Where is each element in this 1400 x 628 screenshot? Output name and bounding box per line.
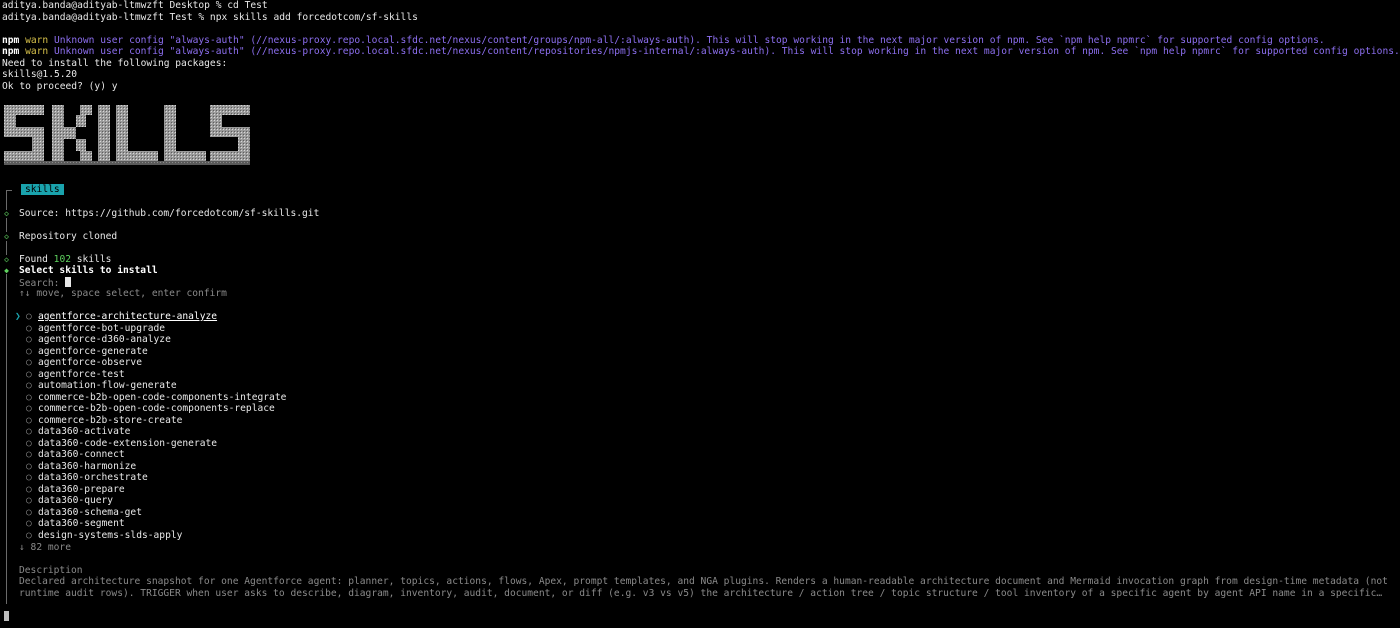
radio-unchecked-icon[interactable]: ○ [26, 484, 38, 496]
skill-option-label: data360-segment [38, 518, 125, 529]
radio-unchecked-icon[interactable]: ○ [26, 392, 38, 404]
skill-option-label: agentforce-d360-analyze [38, 334, 171, 345]
found-suffix: skills [76, 253, 112, 265]
source-line: Source: https://github.com/forcedotcom/s… [19, 207, 320, 219]
skill-option-label: data360-orchestrate [38, 472, 148, 483]
warn-message: Unknown user config "always-auth" (//nex… [54, 34, 1325, 46]
skill-option[interactable]: ○ agentforce-architecture-analyze [26, 311, 217, 323]
skill-option[interactable]: ○ data360-query [26, 495, 113, 507]
terminal-window[interactable]: aditya.banda@adityab-ltmwzft Desktop % c… [2, 0, 1400, 628]
skill-option[interactable]: ○ automation-flow-generate [26, 380, 177, 392]
warn-message: Unknown user config "always-auth" (//nex… [54, 46, 1400, 57]
radio-unchecked-icon[interactable]: ○ [26, 472, 38, 484]
radio-unchecked-icon[interactable]: ○ [26, 323, 38, 335]
skill-option-label: design-systems-slds-apply [38, 529, 183, 541]
skill-option[interactable]: ○ data360-connect [26, 449, 125, 461]
search-row[interactable]: Search: [19, 276, 72, 289]
radio-unchecked-icon[interactable]: ○ [26, 438, 38, 450]
step-active-icon: ◆ [4, 266, 9, 275]
skill-option-label: commerce-b2b-open-code-components-replac… [38, 403, 275, 414]
radio-unchecked-icon[interactable]: ○ [26, 461, 38, 473]
npm-warning-1: npm warn Unknown user config "always-aut… [2, 35, 1325, 47]
warn-level: warn [25, 34, 49, 46]
select-skills-title: Select skills to install [19, 265, 158, 276]
description-label: Description [19, 564, 83, 576]
skill-option[interactable]: ○ data360-code-extension-generate [26, 438, 217, 450]
gutter-line [6, 274, 7, 604]
skills-badge: skills [21, 184, 64, 195]
skill-option[interactable]: ○ agentforce-test [26, 369, 125, 381]
radio-unchecked-icon[interactable]: ○ [26, 415, 38, 427]
radio-unchecked-icon[interactable]: ○ [26, 403, 38, 415]
skill-option[interactable]: ○ commerce-b2b-store-create [26, 415, 182, 427]
skill-option[interactable]: ○ data360-prepare [26, 484, 125, 496]
step-done-icon: ◇ [4, 231, 9, 241]
skill-option-label: agentforce-bot-upgrade [38, 322, 166, 334]
found-count: 102 [53, 253, 71, 265]
skill-option-label: agentforce-test [38, 368, 125, 380]
skill-option-label: data360-schema-get [38, 506, 142, 518]
skill-option[interactable]: ○ design-systems-slds-apply [26, 530, 182, 542]
command-line-npx: aditya.banda@adityab-ltmwzft Test % npx … [2, 11, 418, 23]
radio-unchecked-icon[interactable]: ○ [26, 380, 38, 392]
skill-option-label: commerce-b2b-open-code-components-integr… [38, 391, 287, 403]
radio-unchecked-icon[interactable]: ○ [26, 518, 38, 530]
skill-option-label: data360-code-extension-generate [38, 437, 218, 449]
skill-option[interactable]: ○ agentforce-d360-analyze [26, 334, 171, 346]
selection-pointer-icon: ❯ [15, 311, 21, 322]
npm-prefix: npm [2, 46, 20, 57]
need-install-text: Need to install the following packages: [2, 57, 228, 69]
skill-option[interactable]: ○ data360-activate [26, 426, 130, 438]
skill-option-label: automation-flow-generate [38, 380, 177, 391]
skill-option[interactable]: ○ data360-harmonize [26, 461, 136, 473]
skill-option-label: agentforce-observe [38, 357, 142, 368]
skill-option-label: data360-activate [38, 426, 131, 437]
skills-ascii-logo [4, 105, 250, 165]
skill-option[interactable]: ○ data360-orchestrate [26, 472, 148, 484]
npm-prefix: npm [2, 34, 20, 46]
description-text-2: runtime audit rows). TRIGGER when user a… [19, 587, 1383, 599]
skill-option-label: agentforce-architecture-analyze [38, 311, 218, 322]
proceed-prompt: Ok to proceed? (y) y [2, 80, 118, 92]
npm-warning-2: npm warn Unknown user config "always-aut… [2, 46, 1400, 58]
navigation-hint: ↑↓ move, space select, enter confirm [19, 288, 227, 299]
step-done-icon: ◇ [4, 254, 9, 264]
description-text-1: Declared architecture snapshot for one A… [19, 576, 1388, 587]
radio-unchecked-icon[interactable]: ○ [26, 530, 38, 542]
radio-unchecked-icon[interactable]: ○ [26, 426, 38, 438]
skill-option[interactable]: ○ agentforce-bot-upgrade [26, 323, 165, 335]
skill-option-label: data360-query [38, 495, 114, 506]
found-line: Found 102 skills [19, 254, 111, 266]
skill-option[interactable]: ○ data360-schema-get [26, 507, 142, 519]
command-line-cd: aditya.banda@adityab-ltmwzft Desktop % c… [2, 0, 268, 11]
found-prefix: Found [19, 253, 48, 265]
search-label: Search: [19, 277, 60, 289]
terminal-cursor [4, 611, 9, 621]
skill-option-label: commerce-b2b-store-create [38, 414, 183, 426]
skill-option-label: agentforce-generate [38, 345, 148, 357]
package-name: skills@1.5.20 [2, 69, 78, 80]
radio-unchecked-icon[interactable]: ○ [26, 357, 38, 369]
step-done-icon: ◇ [4, 208, 9, 218]
radio-unchecked-icon[interactable]: ○ [26, 346, 38, 358]
skill-option[interactable]: ○ agentforce-generate [26, 346, 148, 358]
search-input-cursor[interactable] [65, 276, 72, 287]
skill-option-label: data360-harmonize [38, 460, 137, 472]
radio-unchecked-icon[interactable]: ○ [26, 495, 38, 507]
radio-unchecked-icon[interactable]: ○ [26, 334, 38, 346]
radio-unchecked-icon[interactable]: ○ [26, 369, 38, 381]
more-items-indicator[interactable]: ↓ 82 more [19, 542, 71, 554]
skill-option-label: data360-prepare [38, 483, 125, 495]
radio-unchecked-icon[interactable]: ○ [26, 311, 38, 323]
skill-option[interactable]: ○ commerce-b2b-open-code-components-integ… [26, 392, 286, 404]
radio-unchecked-icon[interactable]: ○ [26, 449, 38, 461]
skill-option[interactable]: ○ data360-segment [26, 518, 125, 530]
cloned-line: Repository cloned [19, 230, 118, 242]
warn-level: warn [25, 46, 49, 57]
skill-option[interactable]: ○ agentforce-observe [26, 357, 142, 369]
skill-option[interactable]: ○ commerce-b2b-open-code-components-repla… [26, 403, 275, 415]
radio-unchecked-icon[interactable]: ○ [26, 507, 38, 519]
skill-option-label: data360-connect [38, 449, 125, 460]
